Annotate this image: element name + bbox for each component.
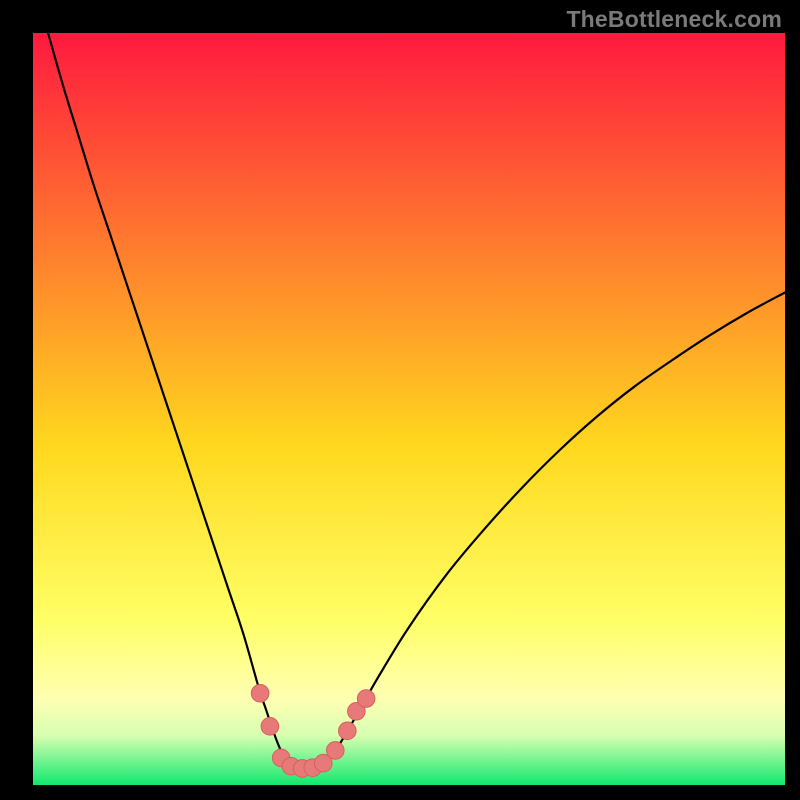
marker-dot	[339, 722, 357, 740]
marker-dot	[357, 690, 375, 708]
plot-area	[33, 33, 785, 785]
marker-dot	[327, 742, 345, 760]
marker-dot	[261, 718, 279, 736]
chart-frame: TheBottleneck.com	[0, 0, 800, 800]
watermark-label: TheBottleneck.com	[566, 6, 782, 33]
chart-svg	[33, 33, 785, 785]
marker-dot	[251, 684, 269, 702]
gradient-background	[33, 33, 785, 785]
